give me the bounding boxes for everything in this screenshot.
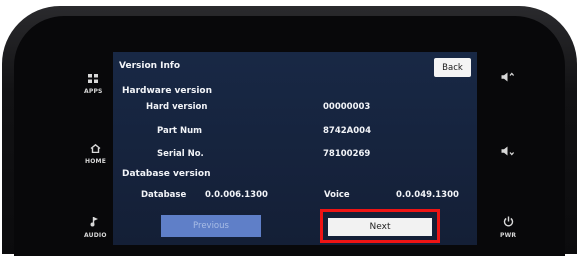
volume-down-icon bbox=[501, 141, 515, 160]
hardware-version-heading: Hardware version bbox=[122, 86, 212, 96]
power-label: PWR bbox=[500, 232, 517, 239]
apps-button[interactable]: APPS bbox=[84, 68, 103, 95]
audio-label: AUDIO bbox=[84, 232, 107, 239]
apps-grid-icon bbox=[88, 68, 99, 87]
serial-no-value: 78100269 bbox=[323, 149, 371, 159]
music-note-icon bbox=[90, 212, 100, 231]
next-button-highlight: Next bbox=[320, 209, 440, 243]
back-button[interactable]: Back bbox=[434, 58, 471, 77]
home-label: HOME bbox=[85, 158, 106, 165]
power-icon bbox=[503, 212, 514, 231]
hard-version-label: Hard version bbox=[146, 102, 208, 112]
part-num-label: Part Num bbox=[157, 126, 202, 136]
version-info-screen: Version Info Back Hardware version Hard … bbox=[113, 52, 477, 245]
voice-value: 0.0.049.1300 bbox=[396, 190, 459, 200]
apps-label: APPS bbox=[84, 88, 103, 95]
database-label: Database bbox=[141, 190, 187, 200]
volume-up-icon bbox=[501, 67, 515, 86]
volume-up-button[interactable] bbox=[501, 67, 515, 86]
power-button[interactable]: PWR bbox=[500, 212, 516, 239]
part-num-value: 8742A004 bbox=[323, 126, 371, 136]
volume-down-button[interactable] bbox=[501, 141, 515, 160]
voice-label: Voice bbox=[324, 190, 350, 200]
hard-version-value: 00000003 bbox=[323, 102, 371, 112]
database-version-heading: Database version bbox=[122, 169, 211, 179]
home-button[interactable]: HOME bbox=[85, 138, 106, 165]
serial-no-label: Serial No. bbox=[157, 149, 204, 159]
page-title: Version Info bbox=[119, 61, 181, 71]
next-button[interactable]: Next bbox=[328, 218, 432, 236]
home-icon bbox=[90, 138, 101, 157]
previous-button[interactable]: Previous bbox=[161, 215, 261, 237]
audio-button[interactable]: AUDIO bbox=[84, 212, 107, 239]
database-value: 0.0.006.1300 bbox=[205, 190, 268, 200]
